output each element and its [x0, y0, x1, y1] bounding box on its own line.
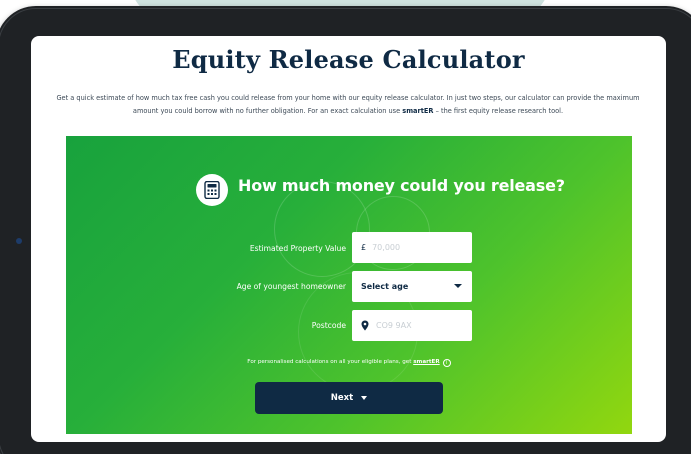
intro-text: Get a quick estimate of how much tax fre…	[53, 92, 643, 118]
tablet-screen: Equity Release Calculator Get a quick es…	[31, 36, 666, 442]
age-select-value: Select age	[361, 282, 409, 291]
age-select[interactable]: Select age	[352, 271, 472, 302]
next-button-label: Next	[330, 393, 354, 403]
calculator-heading: How much money could you release?	[238, 176, 565, 195]
postcode-placeholder: CO9 9AX	[376, 321, 412, 330]
calculator-icon	[196, 174, 228, 206]
note-text: For personalised calculations on all you…	[247, 359, 414, 365]
intro-text-part: – the first equity release research tool…	[433, 107, 564, 115]
smarter-link[interactable]: smartER	[402, 107, 433, 115]
property-value-placeholder: 70,000	[372, 243, 401, 252]
camera-dot	[16, 238, 22, 244]
location-pin-icon	[361, 320, 369, 331]
tablet-frame: Equity Release Calculator Get a quick es…	[0, 6, 691, 454]
personalised-note: For personalised calculations on all you…	[66, 359, 632, 367]
postcode-label: Postcode	[311, 321, 346, 330]
chevron-down-icon	[454, 284, 462, 288]
page-title: Equity Release Calculator	[172, 45, 525, 74]
age-label: Age of youngest homeowner	[236, 282, 346, 291]
property-value-input[interactable]: £ 70,000	[352, 232, 472, 263]
property-value-label: Estimated Property Value	[249, 244, 346, 253]
info-icon[interactable]: i	[442, 359, 451, 367]
postcode-input[interactable]: CO9 9AX	[352, 310, 472, 341]
smarter-note-link[interactable]: smartER	[413, 359, 440, 365]
currency-prefix: £	[361, 243, 367, 252]
calculator-panel: How much money could you release? Estima…	[66, 136, 632, 434]
chevron-down-icon	[361, 396, 368, 400]
next-button[interactable]: Next	[255, 382, 443, 414]
